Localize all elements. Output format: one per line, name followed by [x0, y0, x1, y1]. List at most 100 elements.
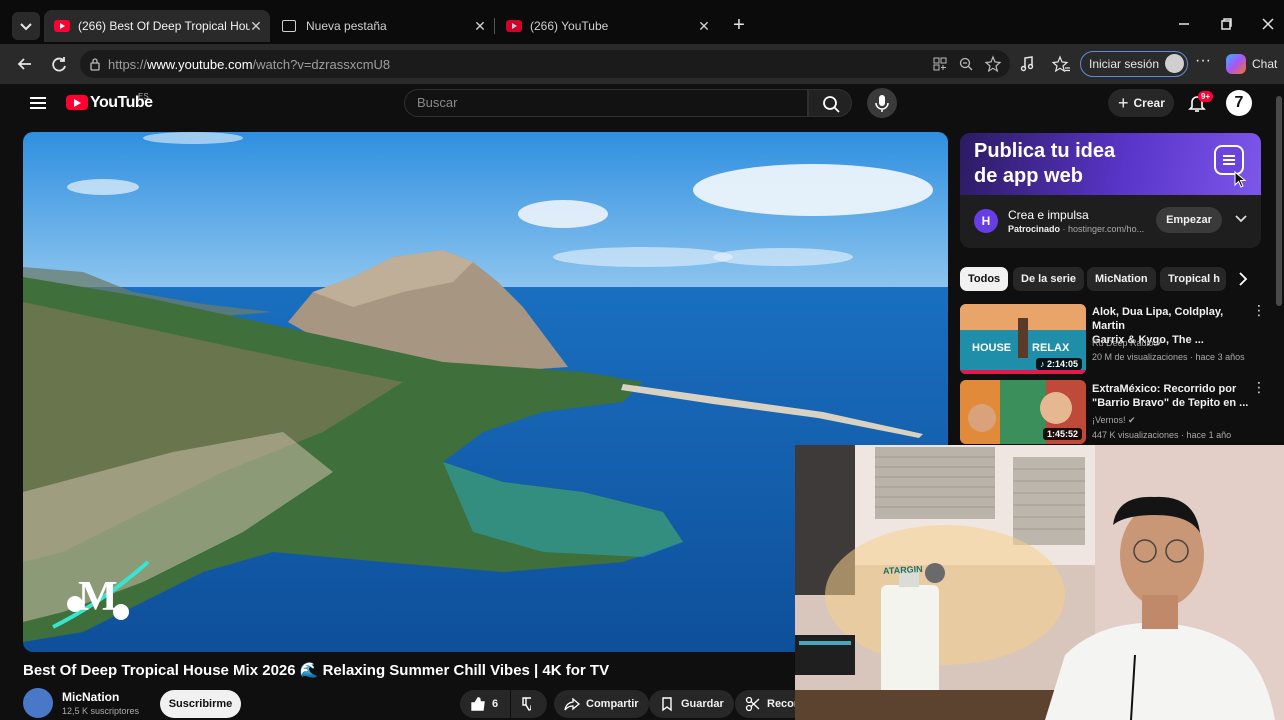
tab-title: Nueva pestaña: [306, 19, 387, 33]
microphone-icon: [875, 95, 889, 112]
voice-search-button[interactable]: [867, 88, 897, 118]
close-window-button[interactable]: [1258, 14, 1278, 34]
restore-button[interactable]: [1216, 14, 1236, 34]
chip-de-la-serie[interactable]: De la serie: [1013, 267, 1085, 291]
webcam-image: [795, 445, 1284, 720]
page-icon: [282, 18, 298, 34]
clip-label: Recor: [767, 698, 799, 710]
like-count: 6: [492, 698, 499, 710]
bookmark-icon: [662, 697, 672, 712]
minimize-icon: [1179, 23, 1189, 25]
related-video-channel[interactable]: ¡Vernos! ✔: [1092, 415, 1136, 426]
subscribe-button[interactable]: Suscribirme: [160, 690, 241, 718]
new-tab-button[interactable]: +: [728, 14, 750, 36]
video-duration: 1:45:52: [1042, 428, 1082, 440]
channel-subscriber-count: 12,5 K suscriptores: [62, 706, 140, 716]
address-bar[interactable]: https://www.youtube.com/watch?v=dzrassxc…: [80, 50, 1010, 78]
scissors-icon: [745, 696, 760, 712]
thumbs-up-icon: [471, 697, 485, 711]
back-button[interactable]: [14, 53, 36, 75]
save-button[interactable]: Guardar: [649, 690, 734, 718]
title-line: ExtraMéxico: Recorrido por: [1092, 383, 1237, 395]
sponsored-ad-card[interactable]: Publica tu idea de app web H Crea e impu…: [960, 133, 1261, 248]
channel-avatar[interactable]: [23, 688, 53, 718]
account-avatar[interactable]: 7: [1226, 90, 1252, 116]
ad-domain: · hostinger.com/ho...: [1062, 224, 1145, 234]
minimize-button[interactable]: [1174, 14, 1194, 34]
close-tab-icon[interactable]: ✕: [248, 18, 264, 35]
cursor-icon: [1234, 171, 1247, 188]
video-duration: ♪ 2:14:05: [1035, 358, 1082, 370]
tab-nueva-pestana[interactable]: Nueva pestaña ✕: [272, 10, 494, 42]
svg-text:M: M: [78, 574, 118, 620]
chevron-right-icon[interactable]: [1236, 271, 1250, 287]
related-video-thumbnail[interactable]: HOUSE RELAX ♪ 2:14:05: [960, 304, 1086, 374]
ad-title: Crea e impulsa: [1008, 208, 1089, 222]
share-icon: [564, 697, 580, 711]
copilot-button[interactable]: Chat: [1226, 52, 1277, 76]
related-video-title[interactable]: ExtraMéxico: Recorrido por "Barrio Bravo…: [1092, 382, 1252, 410]
chip-tropical-house[interactable]: Tropical h: [1160, 267, 1226, 291]
chip-micnation[interactable]: MicNation: [1087, 267, 1156, 291]
url-path: /watch?v=dzrassxcmU8: [252, 56, 391, 72]
title-line: "Barrio Bravo" de Tepito en ...: [1092, 397, 1249, 409]
music-note-icon[interactable]: [1018, 55, 1036, 73]
zoom-icon[interactable]: [958, 56, 974, 72]
advertiser-logo: H: [974, 209, 998, 233]
menu-icon[interactable]: [30, 97, 46, 109]
favorites-icon[interactable]: [1052, 55, 1070, 73]
lock-icon: [90, 58, 100, 71]
bottle-label: ATARGIN: [882, 563, 923, 577]
dislike-button[interactable]: [511, 690, 547, 718]
url-prefix: https://: [108, 56, 148, 72]
copilot-icon: [1226, 54, 1246, 74]
ad-headline: Publica tu idea de app web: [974, 139, 1164, 189]
chevron-down-icon: [20, 23, 32, 31]
app-install-icon[interactable]: [932, 56, 948, 72]
star-icon[interactable]: [984, 55, 1002, 73]
close-tab-icon[interactable]: ✕: [472, 18, 488, 35]
tab-best-of-deep-tropical[interactable]: (266) Best Of Deep Tropical House ✕: [44, 10, 270, 42]
search-icon: [823, 96, 840, 113]
reload-icon: [52, 57, 66, 72]
channel-name[interactable]: MicNation: [62, 690, 119, 704]
share-button[interactable]: Compartir: [554, 690, 649, 718]
webcam-overlay: ATARGIN: [795, 445, 1284, 720]
sign-in-button[interactable]: Iniciar sesión: [1080, 51, 1189, 77]
title-line: Alok, Dua Lipa, Coldplay, Martin: [1092, 306, 1224, 332]
profile-avatar-icon: [1165, 54, 1185, 73]
ad-cta-button[interactable]: Empezar: [1156, 207, 1222, 233]
more-actions-icon[interactable]: ⋮: [1252, 303, 1266, 317]
search-input[interactable]: Buscar: [404, 89, 808, 117]
create-button[interactable]: + Crear: [1108, 89, 1174, 117]
youtube-logo-icon[interactable]: [66, 95, 88, 110]
country-code: ES: [138, 92, 149, 101]
ad-headline-line: Publica tu idea: [974, 140, 1116, 162]
tab-title: (266) YouTube: [530, 19, 609, 33]
chip-todos[interactable]: Todos: [960, 267, 1009, 291]
layers-icon: [1223, 155, 1235, 165]
notification-badge: 9+: [1198, 91, 1214, 102]
like-button[interactable]: 6: [460, 690, 510, 718]
create-label: Crear: [1133, 96, 1165, 110]
tab-list-button[interactable]: [12, 12, 40, 40]
close-icon: [1262, 18, 1274, 30]
reload-button[interactable]: [48, 53, 70, 75]
thumbs-down-icon: [522, 697, 531, 711]
ad-banner[interactable]: Publica tu idea de app web: [960, 133, 1261, 195]
youtube-favicon-icon: [54, 18, 70, 34]
save-label: Guardar: [681, 698, 724, 710]
chevron-down-icon[interactable]: [1234, 214, 1248, 224]
scrollbar[interactable]: [1276, 96, 1282, 306]
related-video-channel[interactable]: Ru Deep Radio ✔: [1092, 338, 1164, 349]
more-actions-icon[interactable]: ⋮: [1252, 380, 1266, 394]
close-tab-icon[interactable]: ✕: [696, 18, 712, 35]
more-menu-button[interactable]: ···: [1193, 53, 1213, 73]
related-video-thumbnail[interactable]: 1:45:52: [960, 380, 1086, 444]
search-button[interactable]: [808, 89, 852, 117]
share-label: Compartir: [586, 698, 639, 710]
browser-toolbar: https://www.youtube.com/watch?v=dzrassxc…: [0, 44, 1284, 84]
youtube-favicon-icon: [506, 18, 522, 34]
tab-youtube[interactable]: (266) YouTube ✕: [496, 10, 718, 42]
sign-in-label: Iniciar sesión: [1089, 57, 1160, 71]
